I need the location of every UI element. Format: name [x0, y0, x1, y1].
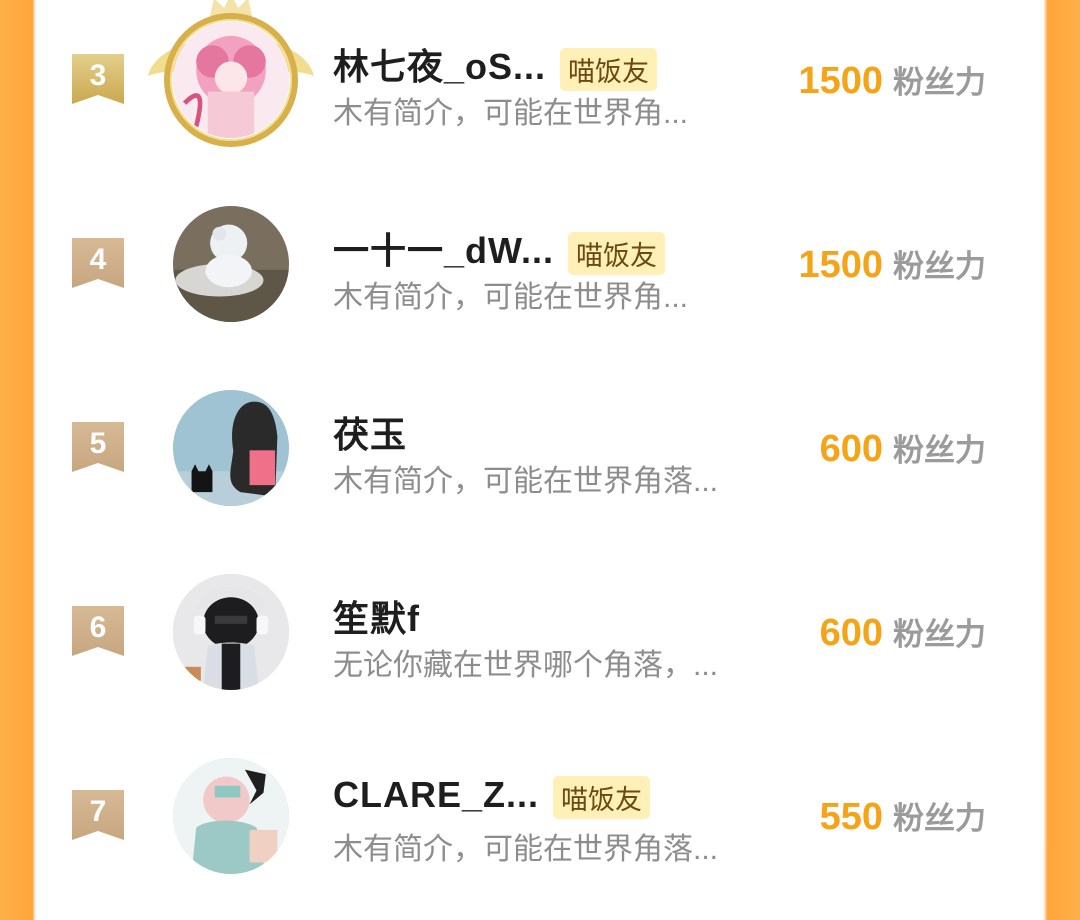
user-name[interactable]: 茯玉 — [333, 406, 407, 458]
fan-power: 1500 粉丝力 — [798, 60, 986, 102]
user-name[interactable]: 一十一_dW... 喵饭友 — [333, 222, 666, 275]
list-item[interactable]: 3 林七夜_oS... 喵饭友 木有简介，可能在世界角... 1500 粉丝力 — [36, 0, 1044, 184]
user-name[interactable]: CLARE_Z... 喵饭友 — [333, 774, 651, 819]
user-bio: 无论你藏在世界哪个角落，... — [333, 649, 719, 682]
list-item[interactable]: 5 茯玉 木有简介，可能在世界角落... 600 粉丝力 — [36, 368, 1044, 552]
fan-power: 550 粉丝力 — [819, 796, 986, 838]
avatar[interactable] — [173, 390, 289, 506]
avatar[interactable] — [173, 758, 289, 874]
fan-power: 600 粉丝力 — [819, 612, 986, 654]
fan-tag: 喵饭友 — [560, 47, 658, 91]
list-item[interactable]: 6 笙默f 无论你藏在世界哪个角落，... 600 粉丝力 — [36, 552, 1044, 736]
fan-power: 600 粉丝力 — [819, 428, 986, 470]
avatar[interactable] — [173, 574, 289, 690]
rank-badge: 6 — [72, 606, 124, 656]
rank-badge: 5 — [72, 422, 124, 472]
rank-badge: 3 — [72, 54, 124, 104]
list-item[interactable]: 4 一十一_dW... 喵饭友 木有简介，可能在世界角... 1500 粉丝力 — [36, 184, 1044, 368]
user-bio: 木有简介，可能在世界角... — [333, 281, 689, 314]
list-item[interactable]: 7 CLARE_Z... 喵饭友 木有简介，可能在世界角落... 550 粉丝力 — [36, 736, 1044, 920]
fan-ranking-list: 3 林七夜_oS...喵饭友 木有简介，可能在世界角... 1500粉丝力 — [36, 0, 1044, 874]
user-bio: 木有简介，可能在世界角... — [333, 97, 689, 130]
fan-tag: 喵饭友 — [553, 775, 651, 819]
rank-badge: 7 — [72, 790, 124, 840]
user-name[interactable]: 林七夜_oS... 喵饭友 — [333, 38, 658, 91]
rank-badge: 4 — [72, 238, 124, 288]
user-name[interactable]: 笙默f — [333, 590, 420, 642]
avatar[interactable] — [173, 206, 289, 322]
user-bio: 木有简介，可能在世界角落... — [333, 465, 719, 498]
fan-tag: 喵饭友 — [568, 231, 666, 275]
fan-power: 1500 粉丝力 — [798, 244, 986, 286]
avatar-frame — [164, 13, 298, 147]
user-bio: 木有简介，可能在世界角落... — [333, 833, 719, 866]
